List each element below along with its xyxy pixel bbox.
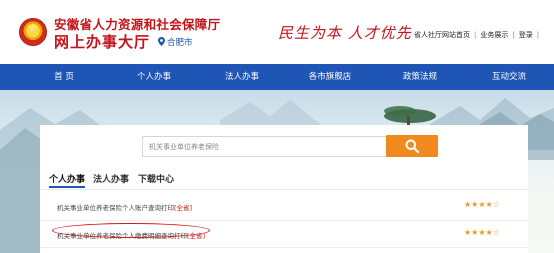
- rating-stars: ★★★★☆: [464, 228, 500, 237]
- national-emblem-icon: [19, 18, 47, 46]
- tab-personal[interactable]: 个人办事: [49, 172, 85, 185]
- nav-personal[interactable]: 个人办事: [137, 64, 171, 90]
- site-header: 安徽省人力资源和社会保障厅 网上办事大厅 合肥市 民生为本 人才优先 省人社厅网…: [0, 0, 554, 64]
- row-divider: [40, 220, 528, 221]
- content-panel: 机关事业单位养老保险 个人办事 法人办事 下载中心 机关事业单位养老保险个人账户…: [40, 125, 528, 253]
- link-login[interactable]: 登录: [519, 31, 533, 39]
- city-label: 合肥市: [167, 38, 193, 48]
- main-nav: 首 页 个人办事 法人办事 各市旗舰店 政策法规 互动交流: [0, 64, 554, 90]
- separator: |: [512, 31, 515, 39]
- nav-interaction[interactable]: 互动交流: [492, 64, 526, 90]
- separator: |: [536, 31, 540, 39]
- nav-policies[interactable]: 政策法规: [403, 64, 437, 90]
- item-title-text: 机关事业单位养老保险个人账户查询打印: [57, 204, 174, 212]
- location-pin-icon: [158, 37, 165, 46]
- city-selector[interactable]: 合肥市: [158, 36, 193, 48]
- top-links: 省人社厅网站首页 | 业务展示 | 登录 |: [414, 30, 543, 40]
- highlight-annotation: [52, 223, 210, 238]
- site-subtitle: 网上办事大厅: [54, 33, 151, 51]
- nav-corporate[interactable]: 法人办事: [225, 64, 259, 90]
- list-item[interactable]: 机关事业单位养老保险个人缴费明细查询打印[全省] ★★★★☆: [40, 223, 528, 253]
- tab-divider: [40, 189, 528, 190]
- rating-stars: ★★★★☆: [464, 200, 500, 209]
- scope-tag: [全省]: [174, 204, 193, 212]
- tab-downloads[interactable]: 下载中心: [138, 172, 174, 185]
- row-divider: [40, 247, 528, 248]
- link-home[interactable]: 省人社厅网站首页: [414, 31, 470, 39]
- search-icon: [405, 139, 419, 153]
- slogan: 民生为本 人才优先: [278, 24, 412, 42]
- search-input[interactable]: 机关事业单位养老保险: [142, 136, 388, 157]
- search-button[interactable]: [386, 135, 438, 157]
- link-business-show[interactable]: 业务展示: [480, 31, 508, 39]
- list-item-title[interactable]: 机关事业单位养老保险个人账户查询打印[全省]: [57, 202, 192, 212]
- tab-corporate[interactable]: 法人办事: [93, 172, 129, 185]
- active-tab-indicator: [49, 186, 85, 188]
- nav-city-stores[interactable]: 各市旗舰店: [309, 64, 352, 90]
- nav-home[interactable]: 首 页: [54, 64, 74, 90]
- separator: |: [474, 31, 477, 39]
